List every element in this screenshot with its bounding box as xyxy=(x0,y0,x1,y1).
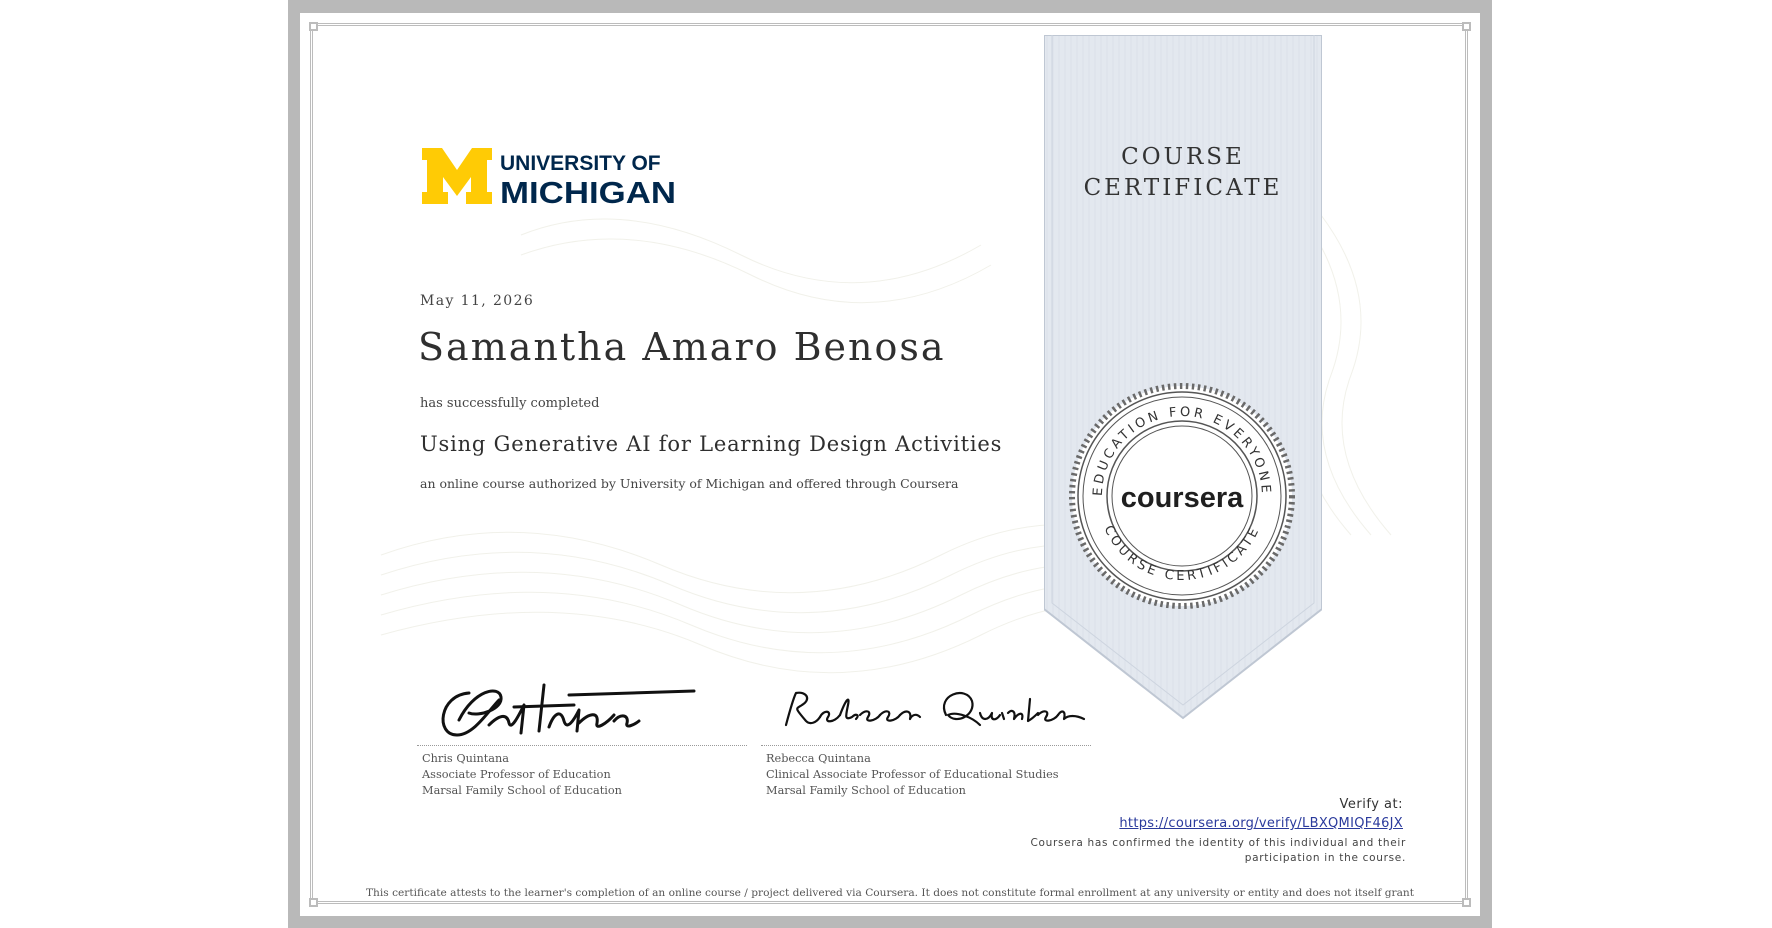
instructor-1-title: Associate Professor of Education xyxy=(422,768,611,781)
instructor-2-details: Rebecca Quintana Clinical Associate Prof… xyxy=(766,751,1059,799)
instructor-1-school: Marsal Family School of Education xyxy=(422,784,622,797)
coursera-wordmark: coursera xyxy=(1121,482,1244,514)
corner-ornament-br xyxy=(1462,898,1471,907)
signature-chris-quintana xyxy=(441,683,696,737)
instructor-2-school: Marsal Family School of Education xyxy=(766,784,966,797)
course-title: Using Generative AI for Learning Design … xyxy=(420,432,1003,456)
coursera-seal: EDUCATION FOR EVERYONE COURSE CERTIFICAT… xyxy=(1069,383,1295,609)
certificate-backdrop: M UNIVERSITY OF MICHIGAN May 11, 2026 Sa… xyxy=(288,0,1492,928)
instructor-1-name: Chris Quintana xyxy=(422,752,510,765)
university-of-michigan-logo: M UNIVERSITY OF MICHIGAN xyxy=(422,146,676,206)
logo-text-line1: UNIVERSITY OF xyxy=(500,152,661,175)
signature-line-2 xyxy=(761,745,1091,746)
signature-line-1 xyxy=(417,745,747,746)
logo-mark-letter: M xyxy=(422,146,423,147)
instructor-2-title: Clinical Associate Professor of Educatio… xyxy=(766,768,1059,781)
corner-ornament-bl xyxy=(309,898,318,907)
completion-statement: has successfully completed xyxy=(420,396,600,411)
certificate-type-line2: CERTIFICATE xyxy=(1083,175,1283,201)
recipient-name: Samantha Amaro Benosa xyxy=(418,325,946,369)
verification-block: Verify at: https://coursera.org/verify/L… xyxy=(1119,797,1403,831)
verify-url-link[interactable]: https://coursera.org/verify/LBXQMIQF46JX xyxy=(1119,816,1403,831)
course-authorization: an online course authorized by Universit… xyxy=(420,476,959,491)
certificate-paper: M UNIVERSITY OF MICHIGAN May 11, 2026 Sa… xyxy=(321,35,1459,898)
corner-ornament-tr xyxy=(1462,22,1471,31)
certificate-type-line1: COURSE xyxy=(1121,144,1245,170)
verify-label: Verify at: xyxy=(1339,797,1403,812)
certificate-disclaimer: This certificate attests to the learner'… xyxy=(365,887,1414,898)
corner-ornament-tl xyxy=(309,22,318,31)
issue-date: May 11, 2026 xyxy=(420,293,535,309)
signature-rebecca-quintana xyxy=(784,691,1086,727)
certificate-frame: M UNIVERSITY OF MICHIGAN May 11, 2026 Sa… xyxy=(300,13,1480,916)
instructor-2-name: Rebecca Quintana xyxy=(766,752,871,765)
instructor-1-details: Chris Quintana Associate Professor of Ed… xyxy=(422,751,622,799)
identity-confirmation: Coursera has confirmed the identity of t… xyxy=(1030,837,1406,864)
certificate-type: COURSE CERTIFICATE xyxy=(1044,142,1322,204)
logo-text-line2: MICHIGAN xyxy=(500,175,676,206)
